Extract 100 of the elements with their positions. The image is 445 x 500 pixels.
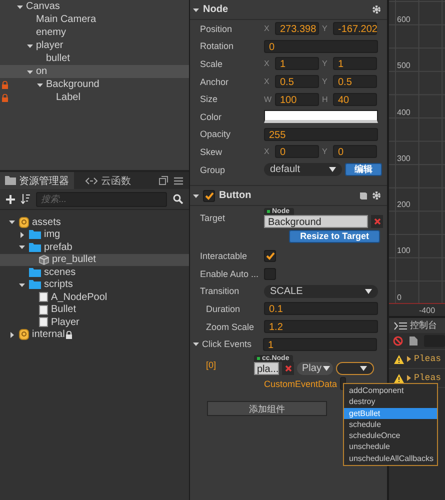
property-label: Scale	[200, 58, 224, 69]
component-select[interactable]: Play	[297, 362, 333, 375]
number-field[interactable]: 0	[333, 145, 377, 158]
panel-title: 控制台	[410, 319, 437, 332]
settings-icon[interactable]	[372, 191, 381, 200]
add-icon[interactable]	[6, 194, 15, 204]
menu-item[interactable]: unscheduleAllCallbacks	[344, 452, 436, 464]
asset-row[interactable]: prefab	[0, 241, 189, 254]
asset-row[interactable]: scripts	[0, 278, 189, 291]
tree-row[interactable]: Main Camera	[0, 13, 189, 26]
file-icon[interactable]	[409, 336, 418, 346]
number-field[interactable]: 1	[333, 57, 377, 70]
handler-select[interactable]	[336, 362, 374, 375]
asset-row[interactable]: internal	[0, 328, 189, 341]
number-field[interactable]: 273.398	[275, 22, 319, 36]
caret-icon[interactable]	[19, 244, 25, 250]
property-label: Anchor	[200, 76, 230, 87]
tree-row[interactable]: Label	[0, 91, 189, 104]
panel-tab[interactable]: 资源管理器	[0, 172, 74, 189]
number-field[interactable]: 0	[264, 40, 378, 53]
asset-row[interactable]: pre_bullet	[0, 254, 189, 266]
tree-row[interactable]: player	[0, 39, 189, 52]
sort-icon[interactable]	[21, 194, 30, 204]
close-icon	[284, 364, 292, 372]
panel-tab[interactable]: 云函数	[80, 172, 136, 189]
caret-icon[interactable]	[9, 332, 15, 338]
asset-row[interactable]: Bullet	[0, 304, 189, 316]
ruler-label: 300	[397, 154, 410, 165]
object-field[interactable]: pla...	[254, 362, 279, 375]
caret-icon[interactable]	[193, 192, 199, 199]
clear-button[interactable]	[282, 362, 294, 375]
menu-item[interactable]: addComponent	[344, 385, 436, 396]
caret-icon[interactable]	[17, 4, 23, 10]
ruler-label: -400	[419, 306, 436, 314]
caret-icon[interactable]	[193, 341, 199, 348]
number-field[interactable]: 0.5	[275, 75, 319, 88]
enable-checkbox[interactable]	[203, 190, 215, 202]
object-field[interactable]: Background	[264, 215, 368, 228]
settings-icon[interactable]	[372, 5, 381, 14]
popout-icon[interactable]	[159, 176, 168, 185]
caret-icon[interactable]	[407, 375, 411, 381]
asset-row[interactable]: Player	[0, 316, 189, 328]
menu-icon[interactable]	[174, 176, 183, 184]
number-field[interactable]: 0.5	[333, 75, 377, 88]
asset-name: internal	[32, 329, 65, 340]
tree-row[interactable]: Canvas	[0, 0, 189, 13]
tree-row[interactable]: enemy	[0, 26, 189, 39]
number-field[interactable]: -167.202	[333, 22, 377, 36]
caret-icon[interactable]	[37, 82, 43, 88]
number-field[interactable]: 255	[264, 128, 378, 141]
clear-icon[interactable]	[393, 336, 403, 346]
axis-label: Y	[322, 147, 328, 156]
search-field[interactable]: 搜索...	[36, 192, 167, 206]
asset-row[interactable]: assets	[0, 216, 189, 228]
clear-button[interactable]	[371, 215, 383, 228]
caret-icon[interactable]	[27, 42, 33, 48]
number-field[interactable]: 1.2	[264, 320, 378, 334]
folder-icon	[5, 176, 16, 185]
book-icon[interactable]	[359, 191, 368, 200]
menu-item[interactable]: unschedule	[344, 441, 436, 453]
edit-button[interactable]: 编辑	[345, 163, 382, 176]
group-select[interactable]: default	[264, 163, 342, 176]
search-icon[interactable]	[173, 194, 183, 204]
color-field[interactable]	[264, 110, 378, 124]
asset-name: scripts	[44, 279, 73, 290]
menu-item[interactable]: destroy	[344, 396, 436, 408]
checkbox[interactable]	[264, 250, 276, 262]
tree-row[interactable]: Background	[0, 78, 189, 91]
tree-row[interactable]: bullet	[0, 52, 189, 65]
caret-icon[interactable]	[407, 356, 411, 362]
property-label: Enable Auto ...	[200, 268, 260, 279]
code-icon	[85, 176, 98, 184]
number-field[interactable]: 100	[275, 92, 319, 106]
database-icon	[19, 216, 29, 228]
transition-select[interactable]: SCALE	[264, 284, 378, 298]
lock-icon[interactable]	[2, 80, 8, 88]
asset-row[interactable]: img	[0, 228, 189, 241]
number-field[interactable]: 0.1	[264, 302, 378, 316]
asset-row[interactable]: scenes	[0, 266, 189, 278]
number-field[interactable]: 0	[275, 145, 319, 158]
lock-icon[interactable]	[2, 94, 8, 102]
menu-item[interactable]: schedule	[344, 418, 436, 430]
caret-icon[interactable]	[9, 219, 15, 226]
caret-icon	[360, 366, 367, 371]
menu-item[interactable]: scheduleOnce	[344, 430, 436, 442]
add-component-button[interactable]: 添加组件	[207, 400, 327, 416]
number-field[interactable]: 40	[333, 92, 377, 106]
asset-row[interactable]: A_NodePool	[0, 291, 189, 304]
number-field[interactable]: 1	[263, 338, 377, 351]
resize-button[interactable]: Resize to Target	[289, 230, 380, 244]
checkbox[interactable]	[264, 268, 276, 280]
node-name: Main Camera	[36, 14, 96, 25]
caret-icon[interactable]	[19, 232, 25, 238]
caret-icon[interactable]	[27, 68, 33, 74]
caret-icon[interactable]	[193, 6, 199, 12]
number-field[interactable]: 1	[275, 57, 319, 70]
tree-row[interactable]: on	[0, 65, 189, 78]
asset-name: pre_bullet	[52, 254, 96, 266]
script-file-icon	[39, 304, 48, 315]
caret-icon[interactable]	[19, 282, 25, 288]
